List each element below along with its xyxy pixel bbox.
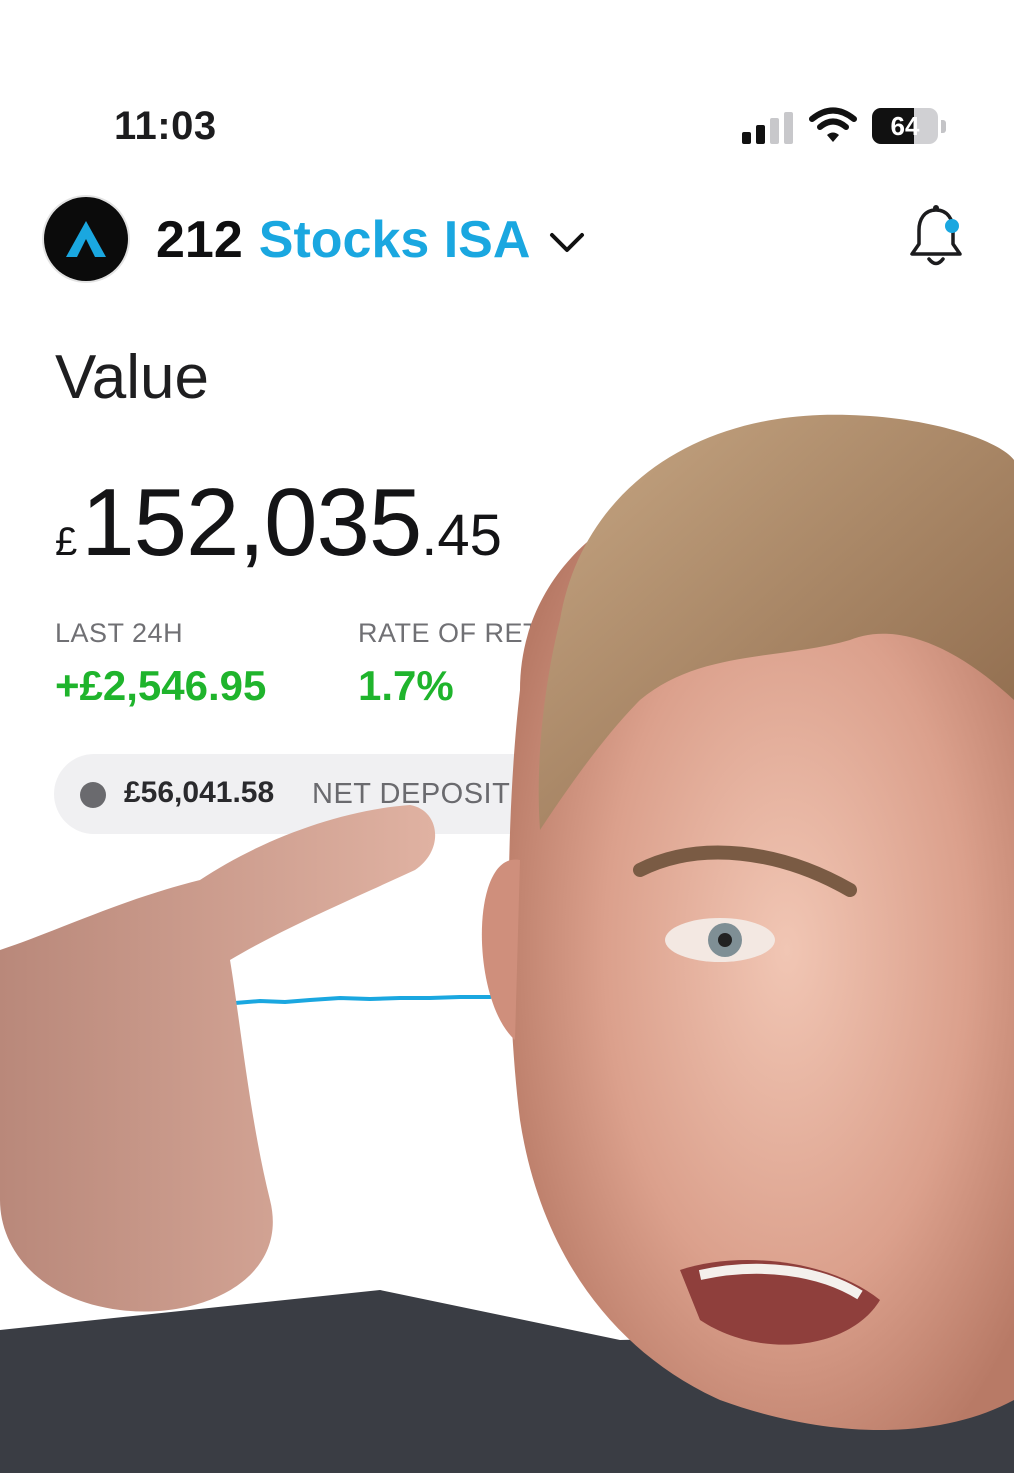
- currency-symbol: £: [55, 520, 78, 564]
- account-name: Stocks ISA: [258, 211, 531, 269]
- account-number: 212: [156, 211, 243, 269]
- battery-icon: 64: [872, 108, 948, 146]
- value-label: Value: [55, 343, 209, 412]
- wifi-icon: [809, 107, 857, 142]
- value-main: 152,035: [81, 469, 422, 576]
- value-decimal: .45: [421, 503, 502, 568]
- portfolio-value: £ 152,035 .45: [55, 468, 502, 578]
- chevron-down-icon[interactable]: [548, 231, 586, 255]
- net-deposits-amount: £56,041.58: [124, 776, 275, 809]
- bell-icon[interactable]: [906, 204, 966, 272]
- net-deposits-dot-icon: [80, 782, 106, 808]
- last-24h-label: LAST 24H: [55, 618, 184, 648]
- notification-dot: [945, 219, 959, 233]
- info-icon[interactable]: [600, 518, 640, 558]
- signal-icon: [742, 112, 793, 144]
- rate-of-return-label: RATE OF RET: [358, 618, 541, 648]
- portfolio-chart-line: [203, 995, 492, 1008]
- battery-percent: 64: [890, 111, 920, 141]
- net-deposits-pill[interactable]: £56,041.58 NET DEPOSITS: [54, 754, 614, 834]
- status-time: 11:03: [114, 104, 217, 148]
- last-24h-value: +£2,546.95: [55, 662, 267, 709]
- portfolio-chart[interactable]: [0, 840, 1014, 1200]
- rate-of-return-value: 1.7%: [358, 662, 454, 709]
- logo-icon[interactable]: [44, 197, 128, 281]
- net-deposits-label: NET DEPOSITS: [312, 778, 531, 810]
- account-selector[interactable]: 212 Stocks ISA: [156, 208, 586, 272]
